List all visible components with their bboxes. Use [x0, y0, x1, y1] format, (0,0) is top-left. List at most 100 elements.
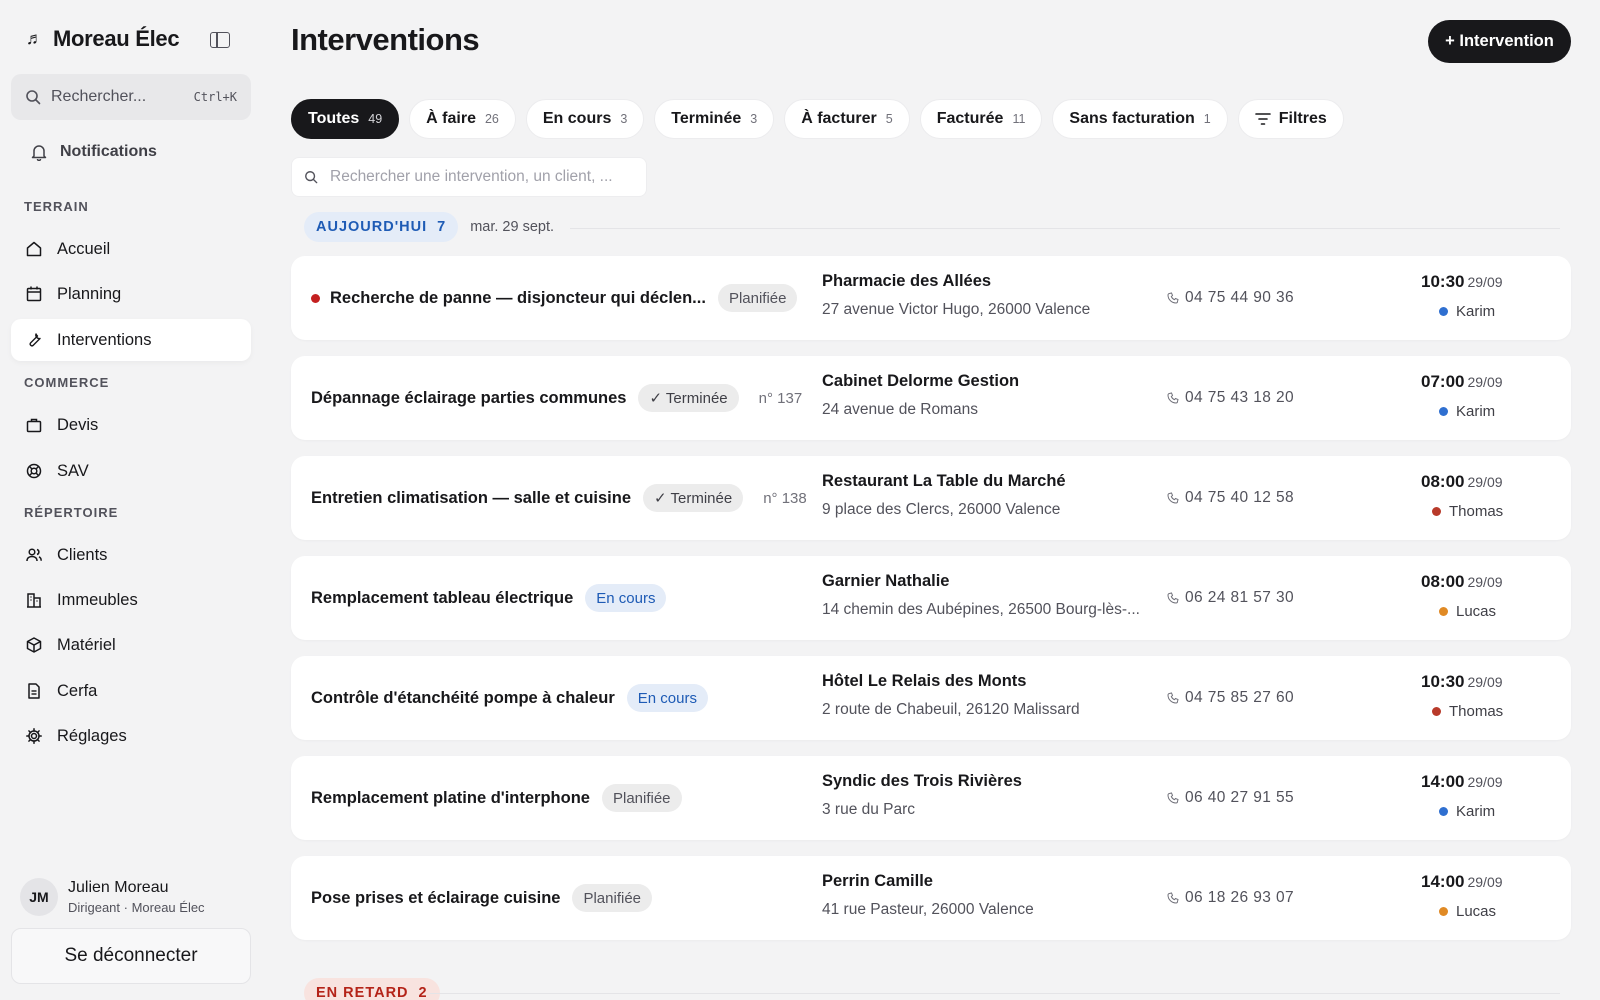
intervention-title: Recherche de panne — disjoncteur qui déc…: [330, 288, 706, 307]
new-intervention-button[interactable]: + Intervention: [1428, 20, 1571, 63]
client-address: 2 route de Chabeuil, 26120 Malissard: [822, 701, 1080, 718]
brand-name: Moreau Élec: [53, 26, 180, 51]
phone-link[interactable]: 06 18 26 93 07: [1167, 856, 1294, 940]
building-icon: [27, 593, 41, 608]
urgent-indicator: [311, 293, 320, 303]
time-value: 08:00: [1421, 572, 1465, 591]
phone-link[interactable]: 06 40 27 91 55: [1167, 756, 1294, 840]
sidebar-item-label: Accueil: [57, 239, 111, 258]
status-badge: ✓ Terminée: [643, 484, 744, 512]
client-cell: Hôtel Le Relais des Monts 2 route de Chab…: [822, 672, 1080, 719]
user-role: Dirigeant · Moreau Élec: [68, 900, 205, 915]
row-title-cell: Remplacement platine d'interphone Planifi…: [311, 756, 682, 840]
user-profile[interactable]: JM Julien Moreau Dirigeant · Moreau Élec: [20, 878, 205, 916]
sidebar-item-sav[interactable]: SAV: [11, 450, 251, 492]
tab-toutes[interactable]: Toutes 49: [291, 99, 400, 139]
tab-label: Toutes: [308, 110, 360, 127]
tab-label: Sans facturation: [1069, 110, 1195, 127]
intervention-search-input[interactable]: Rechercher une intervention, un client, …: [291, 157, 647, 197]
time-value: 10:30: [1421, 272, 1465, 291]
group-date: mar. 29 sept.: [470, 219, 555, 235]
tab-label: En cours: [542, 110, 612, 127]
sidebar-toggle-icon[interactable]: [210, 32, 230, 48]
tab-count: 5: [885, 112, 893, 126]
date-value: 29/09: [1467, 274, 1503, 290]
tab-a-faire[interactable]: À faire 26: [409, 99, 516, 139]
technician-color-dot: [1432, 707, 1441, 716]
scheduled-time: 10:30 29/09: [1421, 672, 1503, 692]
client-cell: Cabinet Delorme Gestion 24 avenue de Roma…: [822, 372, 1019, 419]
sidebar-item-immeubles[interactable]: Immeubles: [11, 579, 251, 621]
sidebar-item-reglages[interactable]: Réglages: [11, 715, 251, 757]
intervention-row[interactable]: Remplacement platine d'interphone Planifi…: [291, 756, 1571, 840]
technician-color-dot: [1432, 507, 1441, 516]
intervention-row[interactable]: Contrôle d'étanchéité pompe à chaleur En …: [291, 656, 1571, 740]
status-badge: ✓ Terminée: [638, 384, 739, 412]
technician-name: Karim: [1456, 403, 1496, 420]
phone-link[interactable]: 04 75 40 12 58: [1167, 456, 1294, 540]
phone-icon: [1167, 492, 1179, 504]
notifications-link[interactable]: Notifications: [30, 143, 157, 161]
scheduled-time: 07:00 29/09: [1421, 372, 1503, 392]
technician: Karim: [1439, 803, 1495, 820]
intervention-row[interactable]: Dépannage éclairage parties communes ✓ Te…: [291, 356, 1571, 440]
sidebar-item-label: Devis: [57, 415, 99, 434]
phone-link[interactable]: 04 75 43 18 20: [1167, 356, 1294, 440]
logout-button[interactable]: Se déconnecter: [11, 928, 251, 984]
group-label: EN RETARD: [316, 985, 409, 1000]
date-value: 29/09: [1467, 374, 1503, 390]
technician: Lucas: [1439, 603, 1496, 620]
phone-icon: [1167, 692, 1179, 704]
scheduled-time: 08:00 29/09: [1421, 572, 1503, 592]
bell-icon: [31, 145, 47, 161]
phone-link[interactable]: 06 24 81 57 30: [1167, 556, 1294, 640]
home-icon: [26, 241, 42, 257]
tab-label: Facturée: [936, 110, 1004, 127]
client-address: 3 rue du Parc: [822, 801, 916, 818]
tab-facturee[interactable]: Facturée 11: [919, 99, 1043, 139]
phone-icon: [1167, 592, 1179, 604]
filters-button[interactable]: Filtres: [1237, 99, 1344, 139]
sidebar-item-planning[interactable]: Planning: [11, 273, 251, 315]
intervention-row[interactable]: Pose prises et éclairage cuisine Planifié…: [291, 856, 1571, 940]
sidebar-item-label: Cerfa: [57, 681, 98, 700]
sidebar-item-interventions[interactable]: Interventions: [11, 319, 251, 361]
intervention-row[interactable]: Recherche de panne — disjoncteur qui déc…: [291, 256, 1571, 340]
sidebar-item-devis[interactable]: Devis: [11, 404, 251, 446]
phone-link[interactable]: 04 75 85 27 60: [1167, 656, 1294, 740]
row-title-cell: Pose prises et éclairage cuisine Planifié…: [311, 856, 653, 940]
row-title-cell: Dépannage éclairage parties communes ✓ Te…: [311, 356, 802, 440]
sidebar-item-accueil[interactable]: Accueil: [11, 228, 251, 270]
page-title: Interventions: [291, 22, 480, 57]
group-header-today: AUJOURD'HUI 7 mar. 29 sept.: [304, 212, 554, 242]
search-icon: [305, 171, 318, 184]
tab-a-facturer[interactable]: À facturer 5: [784, 99, 910, 139]
phone-number: 04 75 43 18 20: [1185, 389, 1295, 406]
phone-number: 06 40 27 91 55: [1185, 789, 1295, 806]
sidebar: ♬ Moreau Élec Rechercher... Ctrl+K Notif…: [0, 0, 262, 1000]
technician-color-dot: [1439, 807, 1448, 816]
tab-count: 3: [750, 112, 758, 126]
sidebar-search[interactable]: Rechercher... Ctrl+K: [11, 74, 251, 120]
phone-number: 06 24 81 57 30: [1185, 589, 1295, 606]
sidebar-item-clients[interactable]: Clients: [11, 534, 251, 576]
brand[interactable]: ♬ Moreau Élec: [26, 26, 180, 52]
intervention-row[interactable]: Remplacement tableau électrique En cours G…: [291, 556, 1571, 640]
intervention-row[interactable]: Entretien climatisation — salle et cuisi…: [291, 456, 1571, 540]
sidebar-item-cerfa[interactable]: Cerfa: [11, 670, 251, 712]
phone-link[interactable]: 04 75 44 90 36: [1167, 256, 1294, 340]
date-value: 29/09: [1467, 774, 1503, 790]
tab-terminee[interactable]: Terminée 3: [654, 99, 775, 139]
calendar-icon: [26, 286, 42, 302]
client-cell: Restaurant La Table du Marché 9 place des…: [822, 472, 1066, 519]
client-name: Hôtel Le Relais des Monts: [822, 672, 1027, 690]
divider: [430, 993, 1560, 994]
intervention-title: Remplacement tableau électrique: [311, 588, 574, 607]
technician-name: Thomas: [1449, 703, 1504, 720]
technician-color-dot: [1439, 307, 1448, 316]
sidebar-item-materiel[interactable]: Matériel: [11, 624, 251, 666]
tab-sans-facturation[interactable]: Sans facturation 1: [1052, 99, 1228, 139]
tab-en-cours[interactable]: En cours 3: [525, 99, 645, 139]
technician: Thomas: [1432, 503, 1503, 520]
filters-label: Filtres: [1278, 110, 1327, 127]
